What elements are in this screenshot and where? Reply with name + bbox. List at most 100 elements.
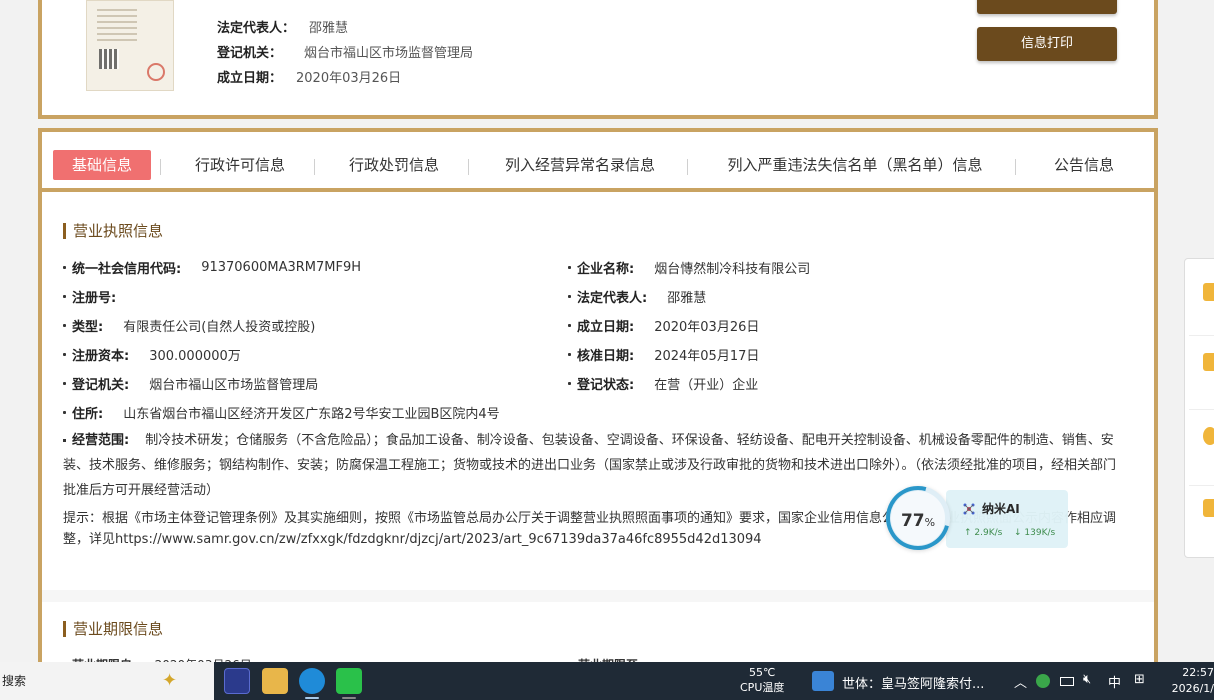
share-icon[interactable] [1203, 499, 1214, 517]
document-icon[interactable] [1203, 353, 1214, 371]
edge-browser-icon[interactable] [299, 668, 325, 694]
field-label: 法定代表人: [577, 291, 648, 306]
company-summary-panel: 法定代表人： 邵雅慧 登记机关： 烟台市福山区市场监督管理局 成立日期： 202… [38, 0, 1158, 119]
summary-legal-rep-row: 法定代表人： 邵雅慧 [217, 17, 348, 36]
tab-separator [1015, 159, 1016, 175]
field-est-date: 成立日期: 2020年03月26日 [568, 316, 759, 335]
field-label: 核准日期: [577, 349, 635, 364]
field-value: 烟台市福山区市场监督管理局 [149, 378, 319, 393]
system-clock[interactable]: 22:57 2026/1/ [1168, 665, 1214, 697]
bullet-dot [63, 295, 66, 298]
download-speed: ↓ 139K/s [1014, 528, 1056, 538]
field-reg-authority: 登记机关: 烟台市福山区市场监督管理局 [63, 374, 318, 393]
main-info-panel: 基础信息 行政许可信息 行政处罚信息 列入经营异常名录信息 列入严重违法失信名单… [38, 128, 1158, 668]
info-tab-bar: 基础信息 行政许可信息 行政处罚信息 列入经营异常名录信息 列入严重违法失信名单… [42, 132, 1154, 192]
business-scope-label: 经营范围: [72, 433, 130, 448]
field-approval-date: 核准日期: 2024年05月17日 [568, 345, 759, 364]
field-label: 成立日期: [577, 320, 635, 335]
bullet-dot [63, 266, 66, 269]
bullet-dot [63, 353, 66, 356]
bullet-dot [63, 324, 66, 327]
file-explorer-icon[interactable] [262, 668, 288, 694]
field-legal-rep: 法定代表人: 邵雅慧 [568, 287, 706, 306]
taskbar-search-box[interactable]: 搜索 [0, 662, 214, 700]
summary-legal-rep-value: 邵雅慧 [309, 21, 349, 36]
field-credit-code: 统一社会信用代码: 91370600MA3RM7MF9H [63, 258, 361, 277]
memory-usage-percent: 77% [900, 511, 936, 531]
summary-est-date-value: 2020年03月26日 [296, 71, 402, 86]
field-type: 类型: 有限责任公司(自然人投资或控股) [63, 316, 315, 335]
tab-separator [160, 159, 161, 175]
field-value: 邵雅慧 [667, 291, 707, 306]
field-value: 烟台慱然制冷科技有限公司 [654, 262, 811, 277]
memory-usage-gauge[interactable]: 77% [874, 474, 962, 562]
battery-icon[interactable] [1060, 677, 1074, 686]
field-label: 住所: [72, 407, 104, 422]
windows-taskbar: 搜索 ✦ 55℃ CPU温度 世体：皇马签阿隆索付... ︿ 🔇︎ 中 ⊞ 22… [0, 662, 1214, 700]
feedback-icon[interactable] [1203, 427, 1214, 445]
section-title-bar [63, 620, 66, 637]
bullet-dot [568, 353, 571, 356]
ai-widget-title-text: 纳米AI [982, 502, 1020, 516]
ime-indicator[interactable]: 中 [1108, 672, 1121, 691]
bullet-dot [568, 382, 571, 385]
volume-muted-icon[interactable]: 🔇︎ [1083, 672, 1091, 687]
summary-reg-authority-row: 登记机关： 烟台市福山区市场监督管理局 [217, 42, 473, 61]
summary-est-date-label: 成立日期： [217, 71, 283, 86]
tab-admin-penalty[interactable]: 行政处罚信息 [336, 150, 452, 180]
partial-top-button[interactable] [977, 0, 1117, 14]
bullet-dot [63, 439, 66, 442]
field-reg-status: 登记状态: 在营（开业）企业 [568, 374, 758, 393]
bullet-dot [568, 266, 571, 269]
tray-app-icon[interactable] [1036, 674, 1050, 688]
cpu-temp-value: 55℃ [749, 666, 776, 679]
license-section-title-text: 营业执照信息 [73, 222, 164, 240]
clock-date: 2026/1/ [1171, 682, 1214, 695]
summary-est-date-row: 成立日期： 2020年03月26日 [217, 67, 401, 86]
field-reg-capital: 注册资本: 300.000000万 [63, 345, 241, 364]
field-label: 企业名称: [577, 262, 635, 277]
field-value: 山东省烟台市福山区经济开发区广东路2号华安工业园B区院内4号 [123, 407, 500, 422]
upload-speed: ↑ 2.9K/s [964, 528, 1003, 538]
news-headline[interactable]: 世体：皇马签阿隆索付... [842, 673, 984, 692]
clock-time: 22:57 [1182, 666, 1214, 679]
tab-admin-license[interactable]: 行政许可信息 [182, 150, 298, 180]
side-separator [1189, 485, 1214, 486]
running-app-indicator [342, 697, 356, 699]
ai-widget-title: 纳米AI [962, 500, 1020, 517]
word-app-icon[interactable] [224, 668, 250, 694]
ai-performance-widget[interactable]: 纳米AI ↑ 2.9K/s ↓ 139K/s 77% [874, 474, 1068, 562]
field-value: 2024年05月17日 [654, 349, 760, 364]
ai-widget-card[interactable]: 纳米AI ↑ 2.9K/s ↓ 139K/s [946, 490, 1068, 548]
field-label: 类型: [72, 320, 104, 335]
field-label: 统一社会信用代码: [72, 262, 182, 277]
field-value: 在营（开业）企业 [654, 378, 759, 393]
tray-overflow-chevron-icon[interactable]: ︿ [1014, 672, 1027, 691]
license-text-lines [97, 9, 137, 45]
business-license-thumbnail[interactable] [86, 0, 174, 91]
field-company-name: 企业名称: 烟台慱然制冷科技有限公司 [568, 258, 810, 277]
field-reg-number: 注册号: [63, 287, 136, 306]
tab-blacklist[interactable]: 列入严重违法失信名单（黑名单）信息 [714, 150, 996, 180]
field-value: 91370600MA3RM7MF9H [201, 260, 362, 275]
ime-mode-icon[interactable]: ⊞ [1134, 672, 1145, 687]
section-divider [42, 590, 1154, 602]
tab-abnormal-operation[interactable]: 列入经营异常名录信息 [492, 150, 668, 180]
field-label: 登记机关: [72, 378, 130, 393]
bullet-dot [568, 295, 571, 298]
cpu-temperature[interactable]: 55℃ CPU温度 [740, 665, 784, 695]
favorite-icon[interactable] [1203, 283, 1214, 301]
side-float-toolbar [1184, 258, 1214, 558]
nano-ai-logo-icon [963, 503, 975, 514]
side-separator [1189, 409, 1214, 410]
tab-basic-info[interactable]: 基础信息 [53, 150, 151, 180]
field-address: 住所: 山东省烟台市福山区经济开发区广东路2号华安工业园B区院内4号 [63, 403, 500, 422]
wechat-icon[interactable] [336, 668, 362, 694]
side-separator [1189, 335, 1214, 336]
news-widget-icon[interactable] [812, 671, 834, 691]
tab-separator [687, 159, 688, 175]
copilot-sparkle-icon[interactable]: ✦ [162, 670, 177, 691]
print-info-button[interactable]: 信息打印 [977, 27, 1117, 61]
tab-announcements[interactable]: 公告信息 [1042, 150, 1126, 180]
cpu-temp-label: CPU温度 [740, 681, 785, 694]
